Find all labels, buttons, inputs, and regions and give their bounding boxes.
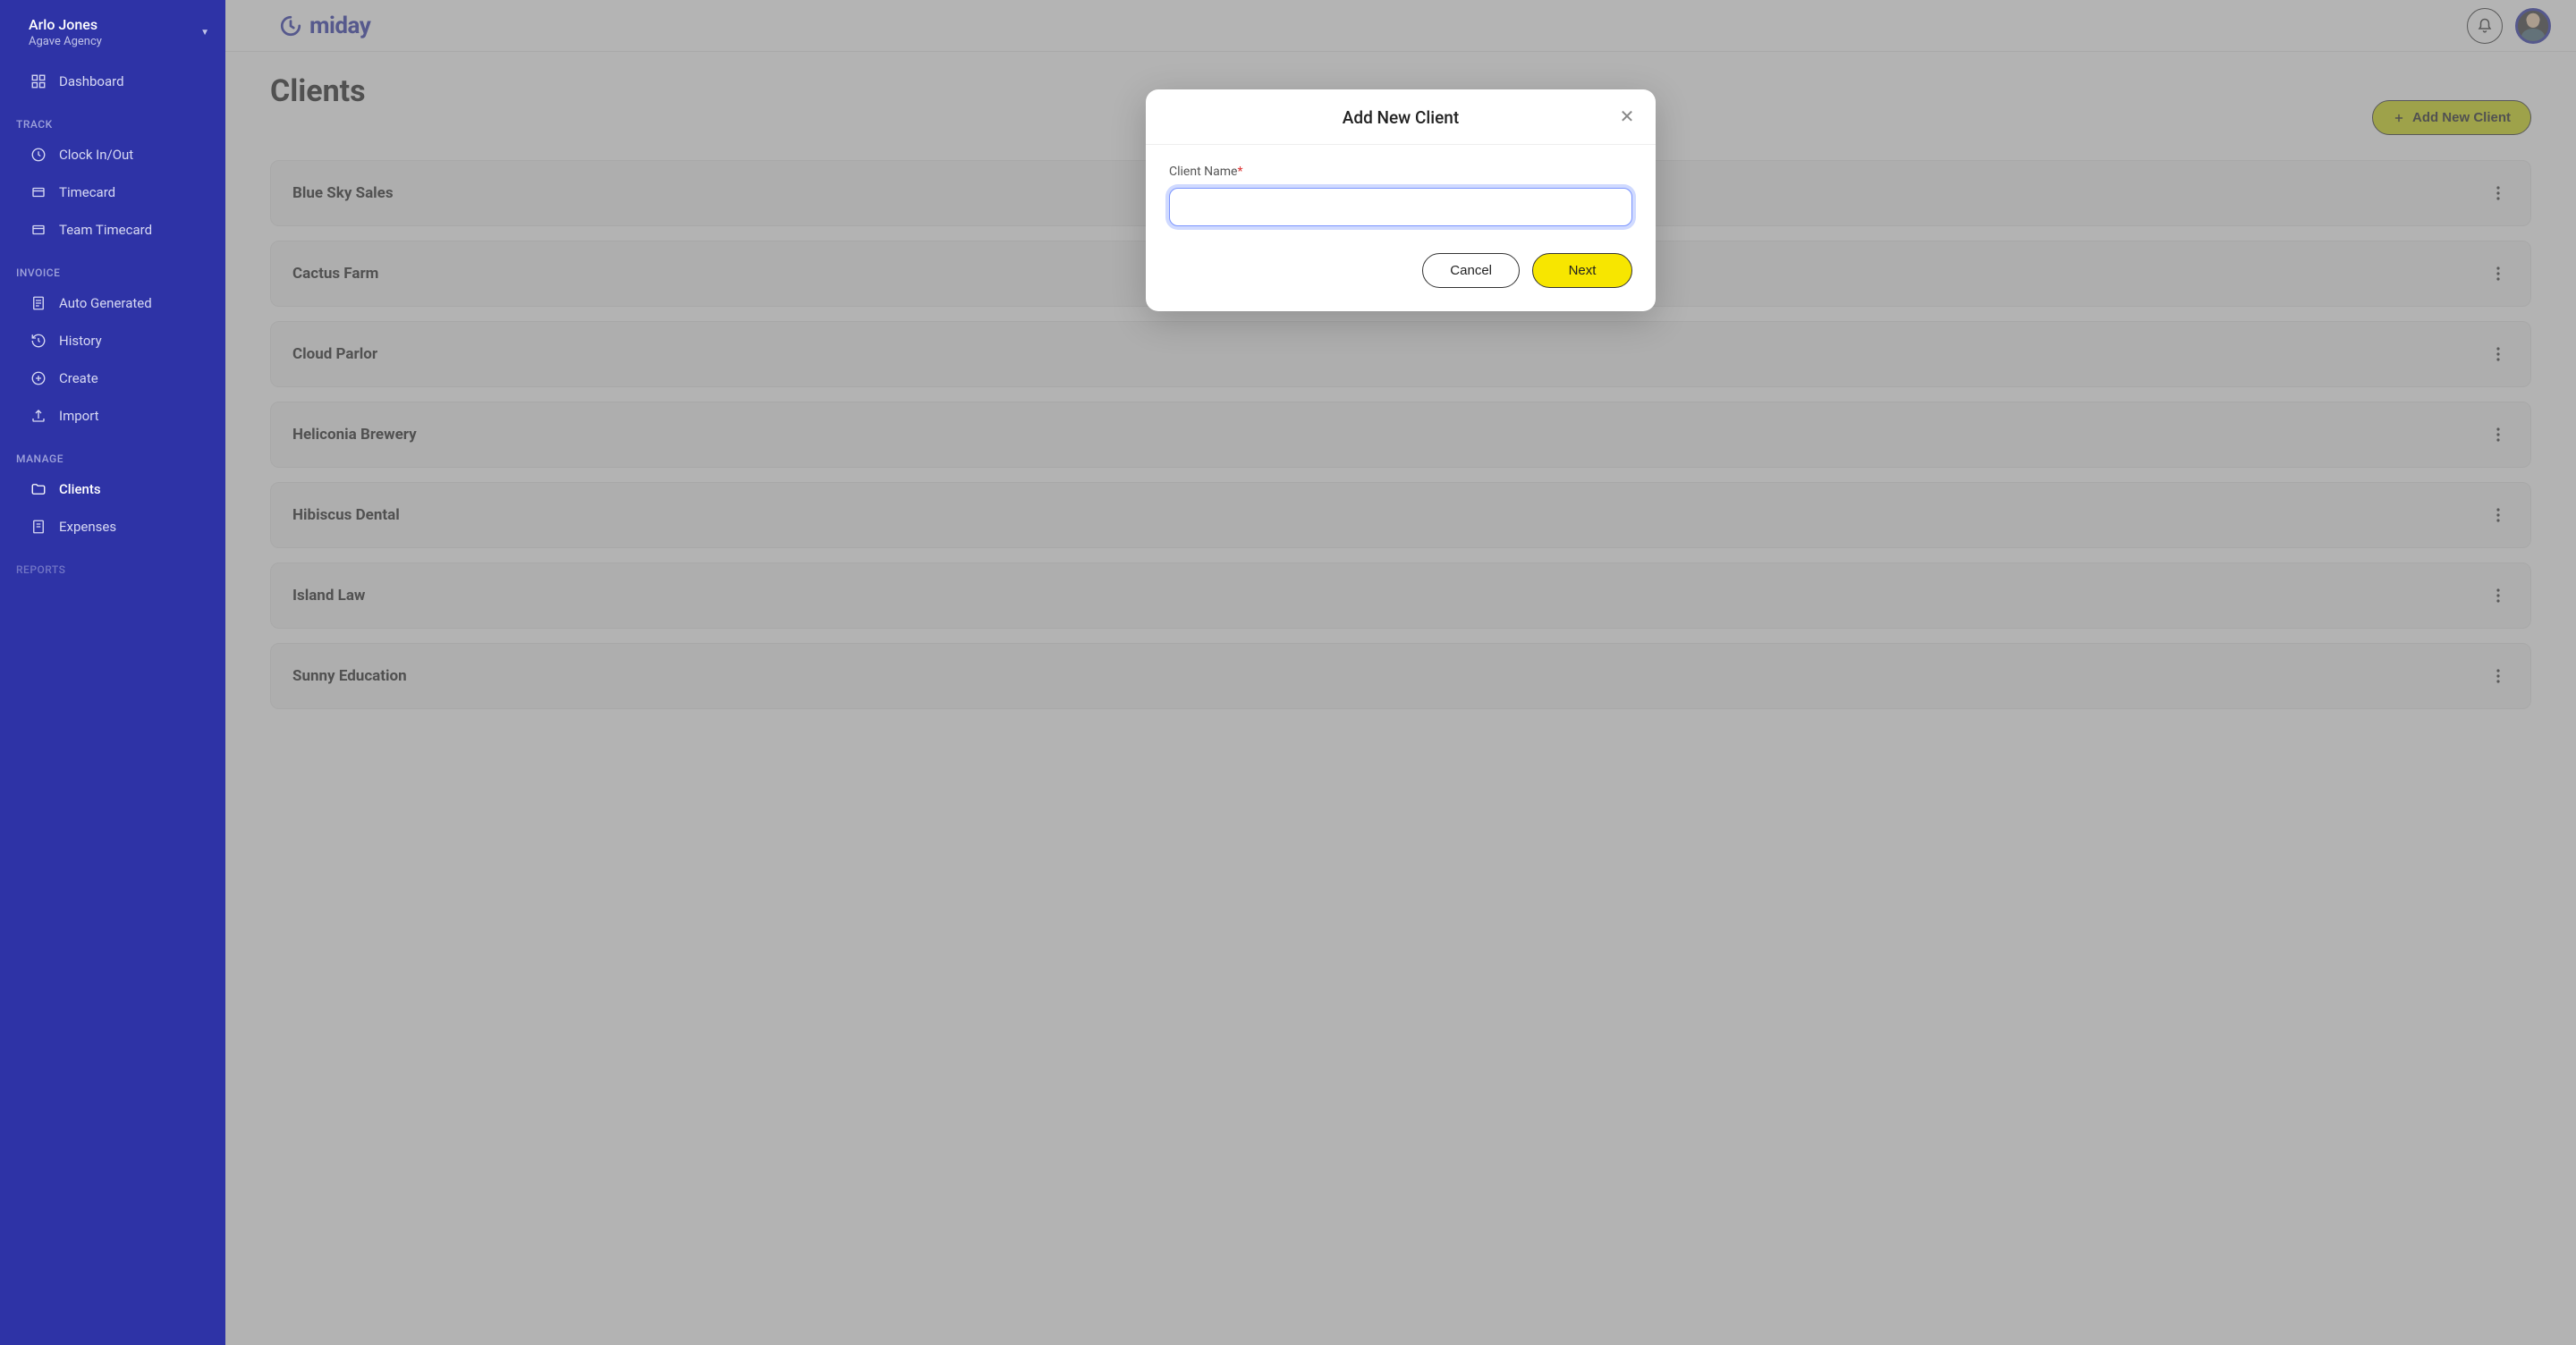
modal-body: Client Name* xyxy=(1146,145,1656,235)
sidebar-item-label: Import xyxy=(59,408,99,424)
modal-header: Add New Client ✕ xyxy=(1146,89,1656,145)
required-mark: * xyxy=(1237,165,1242,179)
history-icon xyxy=(30,333,47,349)
cancel-button[interactable]: Cancel xyxy=(1422,253,1520,288)
sidebar-item-label: History xyxy=(59,333,102,349)
caret-down-icon: ▼ xyxy=(200,28,209,38)
sidebar-item-create[interactable]: Create xyxy=(0,360,225,397)
next-button[interactable]: Next xyxy=(1532,253,1632,288)
sidebar-item-label: Expenses xyxy=(59,519,116,535)
user-org: Agave Agency xyxy=(29,35,102,48)
user-info: Arlo Jones Agave Agency xyxy=(29,16,102,48)
close-icon: ✕ xyxy=(1620,106,1635,128)
app-root: Arlo Jones Agave Agency ▼ Dashboard TRAC… xyxy=(0,0,2576,1345)
sidebar-item-label: Create xyxy=(59,370,98,386)
sidebar-item-dashboard[interactable]: Dashboard xyxy=(0,63,225,100)
modal-title: Add New Client xyxy=(1343,107,1459,128)
receipt-icon xyxy=(30,519,47,535)
sidebar-item-expenses[interactable]: Expenses xyxy=(0,508,225,546)
client-name-label: Client Name* xyxy=(1169,165,1632,179)
sidebar-item-label: Dashboard xyxy=(59,73,124,89)
modal-overlay[interactable]: Add New Client ✕ Client Name* Cancel Nex… xyxy=(225,0,2576,1345)
sidebar-item-label: Team Timecard xyxy=(59,222,152,238)
plus-circle-icon xyxy=(30,370,47,386)
section-label-track: TRACK xyxy=(0,100,225,136)
sidebar-item-label: Timecard xyxy=(59,184,115,200)
sidebar-item-label: Clients xyxy=(59,481,101,497)
field-label-text: Client Name xyxy=(1169,165,1237,179)
section-label-invoice: INVOICE xyxy=(0,249,225,284)
user-switcher[interactable]: Arlo Jones Agave Agency ▼ xyxy=(0,9,225,63)
section-label-reports: REPORTS xyxy=(0,546,225,581)
sidebar-item-team-timecard[interactable]: Team Timecard xyxy=(0,211,225,249)
dashboard-icon xyxy=(30,73,47,89)
user-name: Arlo Jones xyxy=(29,16,102,33)
modal-close-button[interactable]: ✕ xyxy=(1616,106,1638,128)
sidebar-item-clock[interactable]: Clock In/Out xyxy=(0,136,225,173)
sidebar-item-history[interactable]: History xyxy=(0,322,225,360)
add-client-modal: Add New Client ✕ Client Name* Cancel Nex… xyxy=(1146,89,1656,311)
team-timecard-icon xyxy=(30,222,47,238)
sidebar-item-auto-generated[interactable]: Auto Generated xyxy=(0,284,225,322)
section-label-manage: MANAGE xyxy=(0,435,225,470)
sidebar-item-clients[interactable]: Clients xyxy=(0,470,225,508)
clock-icon xyxy=(30,147,47,163)
folder-icon xyxy=(30,481,47,497)
upload-icon xyxy=(30,408,47,424)
client-name-input[interactable] xyxy=(1169,188,1632,226)
sidebar-item-label: Clock In/Out xyxy=(59,147,133,163)
sidebar-item-import[interactable]: Import xyxy=(0,397,225,435)
sidebar-item-timecard[interactable]: Timecard xyxy=(0,173,225,211)
timecard-icon xyxy=(30,184,47,200)
main: miday Clients Add New Client Blue Sky Sa… xyxy=(225,0,2576,1345)
sidebar: Arlo Jones Agave Agency ▼ Dashboard TRAC… xyxy=(0,0,225,1345)
modal-footer: Cancel Next xyxy=(1146,235,1656,311)
sidebar-item-label: Auto Generated xyxy=(59,295,152,311)
document-icon xyxy=(30,295,47,311)
